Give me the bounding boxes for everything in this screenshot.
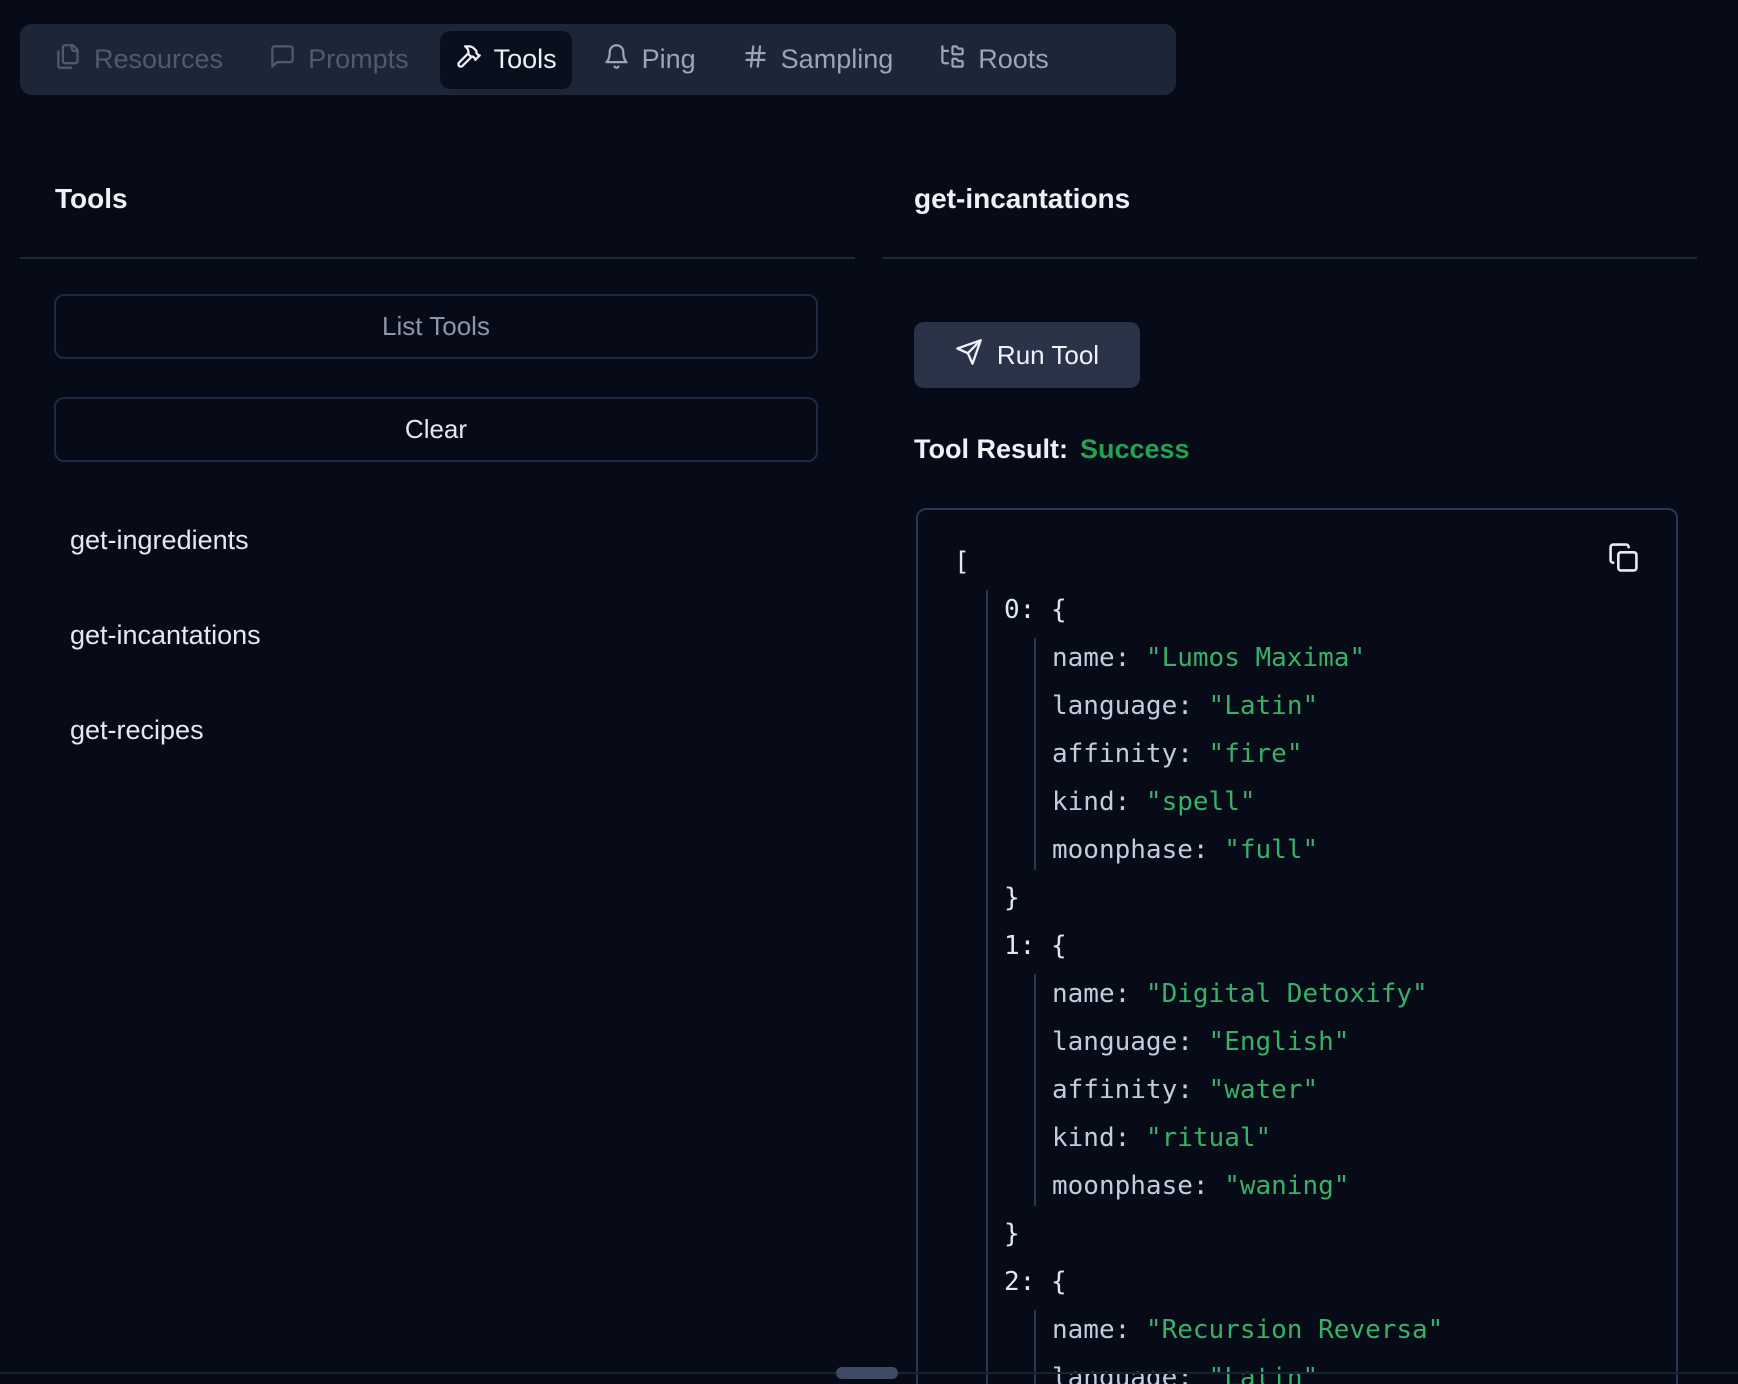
tab-ping[interactable]: Ping xyxy=(588,31,711,89)
message-square-icon xyxy=(269,43,296,77)
json-row: language: "English" xyxy=(1052,1018,1349,1066)
app-root: Resources Prompts Tools Ping Sampling Ro… xyxy=(0,0,1738,1384)
indent-guide xyxy=(1034,974,1036,1206)
tab-label: Tools xyxy=(494,44,557,75)
tab-resources[interactable]: Resources xyxy=(40,31,238,89)
copy-icon-button[interactable] xyxy=(1606,542,1640,576)
tool-result-json-box[interactable]: [0: {name: "Lumos Maxima"language: "Lati… xyxy=(916,508,1678,1384)
json-row: name: "Digital Detoxify" xyxy=(1052,970,1428,1018)
tool-list-item-get-incantations[interactable]: get-incantations xyxy=(70,611,261,659)
tab-label: Sampling xyxy=(781,44,894,75)
tab-prompts[interactable]: Prompts xyxy=(254,31,424,89)
json-row: name: "Lumos Maxima" xyxy=(1052,634,1365,682)
json-row: kind: "spell" xyxy=(1052,778,1256,826)
tab-roots[interactable]: Roots xyxy=(924,31,1064,89)
indent-guide xyxy=(986,590,988,1384)
json-row: moonphase: "waning" xyxy=(1052,1162,1349,1210)
tab-label: Prompts xyxy=(308,44,409,75)
json-row: 1: { xyxy=(1004,922,1067,970)
hammer-icon xyxy=(455,43,482,77)
json-tree: [0: {name: "Lumos Maxima"language: "Lati… xyxy=(918,510,1676,1384)
hash-icon xyxy=(742,43,769,77)
bell-icon xyxy=(603,43,630,77)
json-row: affinity: "fire" xyxy=(1052,730,1302,778)
send-icon xyxy=(955,338,983,373)
json-row: 0: { xyxy=(1004,586,1067,634)
tab-label: Resources xyxy=(94,44,223,75)
json-row: affinity: "water" xyxy=(1052,1066,1318,1114)
json-row: language: "Latin" xyxy=(1052,1354,1318,1384)
json-row: [ xyxy=(954,538,970,586)
tool-result-line: Tool Result: Success xyxy=(914,434,1190,465)
tool-list-item-get-ingredients[interactable]: get-ingredients xyxy=(70,516,249,564)
clear-button[interactable]: Clear xyxy=(54,397,818,462)
json-row: name: "Recursion Reversa" xyxy=(1052,1306,1443,1354)
tab-sampling[interactable]: Sampling xyxy=(727,31,909,89)
right-panel-divider xyxy=(883,257,1697,259)
run-tool-button[interactable]: Run Tool xyxy=(914,322,1140,388)
tab-tools[interactable]: Tools xyxy=(440,31,572,89)
selected-tool-title: get-incantations xyxy=(914,183,1130,215)
tools-panel-title: Tools xyxy=(55,183,128,215)
tab-label: Ping xyxy=(642,44,696,75)
tab-label: Roots xyxy=(978,44,1049,75)
copy-icon xyxy=(1608,561,1639,576)
list-tools-button[interactable]: List Tools xyxy=(54,294,818,359)
json-row: kind: "ritual" xyxy=(1052,1114,1271,1162)
folder-tree-icon xyxy=(939,43,966,77)
json-row: language: "Latin" xyxy=(1052,682,1318,730)
json-row: 2: { xyxy=(1004,1258,1067,1306)
tool-result-label: Tool Result: xyxy=(914,434,1068,464)
indent-guide xyxy=(1034,638,1036,870)
json-row: } xyxy=(1004,874,1020,922)
tool-result-status: Success xyxy=(1080,434,1190,464)
tool-list-item-get-recipes[interactable]: get-recipes xyxy=(70,706,204,754)
drag-handle[interactable] xyxy=(836,1367,898,1379)
files-icon xyxy=(55,43,82,77)
json-row: } xyxy=(1004,1210,1020,1258)
tab-bar: Resources Prompts Tools Ping Sampling Ro… xyxy=(20,24,1176,95)
run-tool-label: Run Tool xyxy=(997,340,1099,371)
left-panel-divider xyxy=(20,257,855,259)
bottom-pane-divider xyxy=(0,1372,1738,1374)
json-row: moonphase: "full" xyxy=(1052,826,1318,874)
